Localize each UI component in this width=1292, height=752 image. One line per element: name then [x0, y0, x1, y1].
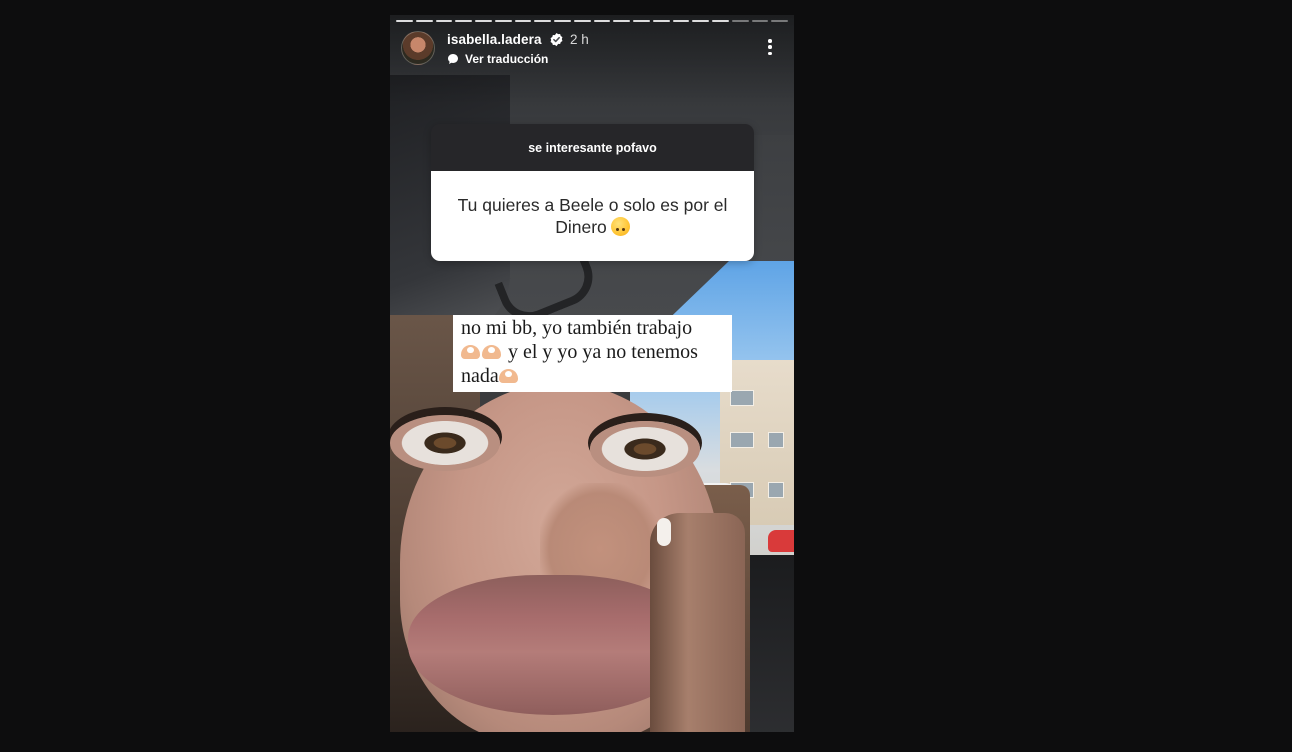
story-progress-segment — [494, 20, 512, 22]
story-progress-segment — [475, 20, 492, 22]
story-progress-segment — [514, 20, 532, 22]
answer-line-2-text: y el y yo ya no tenemos — [508, 341, 698, 363]
story-progress-segment — [593, 20, 611, 22]
see-translation-link[interactable]: Ver traducción — [465, 52, 548, 66]
story-progress-segment — [554, 20, 571, 22]
upside-down-face-emoji — [610, 217, 630, 236]
story-progress-bar — [396, 20, 788, 22]
story-progress-segment — [455, 20, 472, 22]
story-progress-segment — [435, 20, 453, 22]
story-progress-segment — [771, 20, 788, 22]
question-text: Tu quieres a Beele o solo es por el Dine… — [457, 195, 728, 237]
question-sticker-header: se interesante pofavo — [431, 124, 754, 171]
photo-nail — [657, 518, 671, 546]
answer-line-3-text: nada — [461, 365, 499, 387]
story-progress-segment — [731, 20, 749, 22]
story-progress-segment — [712, 20, 729, 22]
photo-eye-left — [390, 415, 500, 471]
story-progress-segment — [692, 20, 709, 22]
story-progress-segment — [573, 20, 591, 22]
heart-hands-emoji — [461, 345, 480, 359]
translate-icon — [448, 54, 458, 64]
story-frame[interactable]: isabella.ladera 2 h Ver traducción se in… — [390, 15, 794, 732]
viewer-background: isabella.ladera 2 h Ver traducción se in… — [0, 0, 1292, 752]
question-sticker-body: Tu quieres a Beele o solo es por el Dine… — [431, 171, 754, 261]
more-options-icon[interactable] — [761, 37, 779, 57]
story-progress-segment — [652, 20, 670, 22]
story-progress-segment — [633, 20, 650, 22]
story-progress-segment — [396, 20, 413, 22]
answer-line-2: y el y yo ya no tenemos — [461, 341, 698, 364]
heart-hands-emoji — [482, 345, 501, 359]
answer-text-sticker: no mi bb, yo también trabajo y el y yo y… — [453, 315, 732, 392]
story-progress-segment — [415, 20, 433, 22]
answer-line-1: no mi bb, yo también trabajo — [461, 317, 693, 339]
verified-badge-icon — [550, 32, 563, 47]
post-time: 2 h — [570, 32, 589, 47]
avatar[interactable] — [401, 31, 435, 65]
heart-hands-emoji — [498, 369, 518, 383]
answer-line-3: nada — [461, 365, 520, 388]
username[interactable]: isabella.ladera — [447, 32, 542, 47]
story-progress-segment — [672, 20, 690, 22]
question-sticker[interactable]: se interesante pofavo Tu quieres a Beele… — [431, 124, 754, 261]
story-progress-segment — [534, 20, 551, 22]
photo-eye-right — [590, 421, 700, 477]
story-progress-segment — [613, 20, 630, 22]
photo-red-car — [768, 530, 794, 552]
story-progress-segment — [751, 20, 769, 22]
